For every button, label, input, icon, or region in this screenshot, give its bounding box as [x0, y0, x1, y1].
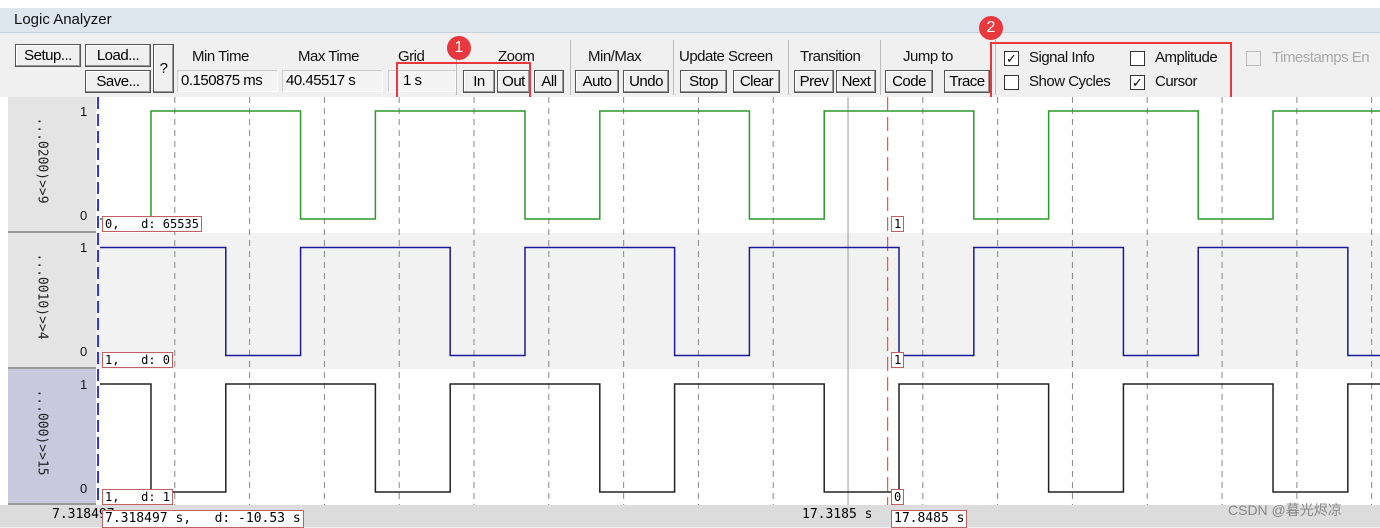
timestamps-label: Timestamps En — [1272, 49, 1370, 66]
prev-transition-button[interactable]: Prev — [794, 70, 834, 93]
level-low: 0 — [80, 481, 88, 496]
timestamps-checkbox[interactable] — [1246, 51, 1261, 66]
jump-to-label: Jump to — [903, 48, 953, 65]
annotation-badge-2: 2 — [979, 16, 1003, 40]
window-title: Logic Analyzer — [14, 11, 112, 28]
max-time-label: Max Time — [298, 48, 360, 65]
signal-name: ...000)>>15 — [34, 389, 50, 476]
level-high: 1 — [80, 240, 88, 255]
highlight-box-2 — [990, 42, 1232, 104]
title-bar — [0, 8, 1380, 33]
help-button[interactable]: ? — [153, 44, 174, 93]
signal-info-2: 1, d: 1 — [102, 489, 174, 505]
next-transition-button[interactable]: Next — [836, 70, 876, 93]
annotation-badge-1: 1 — [447, 36, 471, 60]
level-low: 0 — [80, 344, 88, 359]
stop-button[interactable]: Stop — [680, 70, 727, 93]
level-high: 1 — [80, 377, 88, 392]
watermark: CSDN @暮光烬凉 — [1228, 502, 1342, 518]
jump-code-button[interactable]: Code — [885, 70, 933, 93]
cursor-time-label: 17.3185 s — [802, 507, 873, 522]
minmax-label: Min/Max — [588, 48, 642, 65]
cursor-value-0: 1 — [891, 216, 905, 232]
min-time-value: 0.150875 ms — [177, 70, 278, 92]
level-high: 1 — [80, 104, 88, 119]
update-screen-label: Update Screen — [679, 48, 773, 65]
save-button[interactable]: Save... — [85, 70, 151, 93]
jump-trace-button[interactable]: Trace — [944, 70, 990, 93]
min-time-label: Min Time — [192, 48, 249, 65]
marker-time-label: 17.8485 s — [891, 510, 968, 528]
cursor-value-1: 1 — [891, 352, 905, 368]
cursor-value-2: 0 — [891, 489, 905, 505]
max-time-value: 40.45517 s — [282, 70, 383, 92]
transition-label: Transition — [800, 48, 861, 65]
setup-button[interactable]: Setup... — [15, 44, 81, 67]
load-button[interactable]: Load... — [85, 44, 151, 67]
signal-info-1: 1, d: 0 — [102, 352, 174, 368]
clear-button[interactable]: Clear — [733, 70, 780, 93]
signal-name: ...0010)>>4 — [34, 253, 50, 340]
undo-button[interactable]: Undo — [623, 70, 669, 93]
signal-name: ...0200)>>9 — [34, 117, 50, 204]
zoom-all-button[interactable]: All — [534, 70, 564, 93]
signal-info-0: 0, d: 65535 — [102, 216, 202, 232]
row-background — [96, 233, 1380, 369]
waveform-plot[interactable] — [0, 97, 1380, 505]
level-low: 0 — [80, 208, 88, 223]
auto-button[interactable]: Auto — [575, 70, 619, 93]
start-time-info: 7.318497 s, d: -10.53 s — [102, 510, 304, 528]
